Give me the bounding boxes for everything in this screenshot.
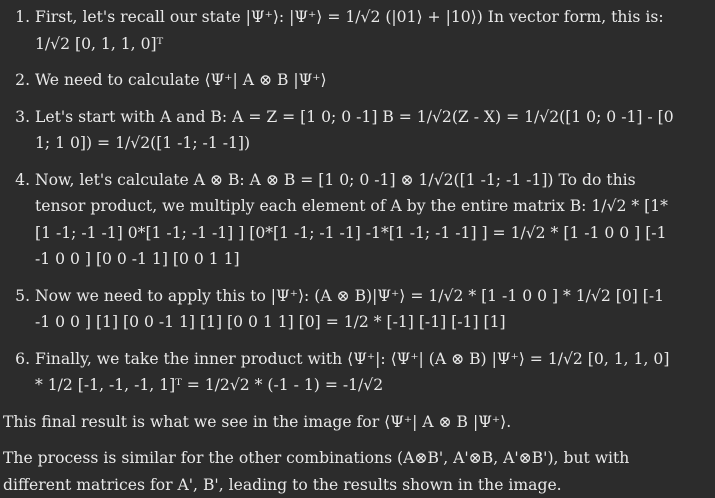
step-1: First, let's recall our state |Ψ⁺⟩: |Ψ⁺⟩… [35, 4, 675, 57]
step-3: Let's start with A and B: A = Z = [1 0; … [35, 104, 675, 157]
conclusion-paragraph: This final result is what we see in the … [3, 412, 512, 431]
closing-paragraph: The process is similar for the other com… [3, 449, 630, 494]
step-6: Finally, we take the inner product with … [35, 346, 675, 399]
step-5: Now we need to apply this to |Ψ⁺⟩: (A ⊗ … [35, 283, 675, 336]
answer-text: First, let's recall our state |Ψ⁺⟩: |Ψ⁺⟩… [0, 0, 715, 498]
step-4: Now, let's calculate A ⊗ B: A ⊗ B = [1 0… [35, 167, 675, 273]
steps-list: First, let's recall our state |Ψ⁺⟩: |Ψ⁺⟩… [3, 4, 715, 399]
step-2: We need to calculate ⟨Ψ⁺| A ⊗ B |Ψ⁺⟩ [35, 67, 675, 94]
